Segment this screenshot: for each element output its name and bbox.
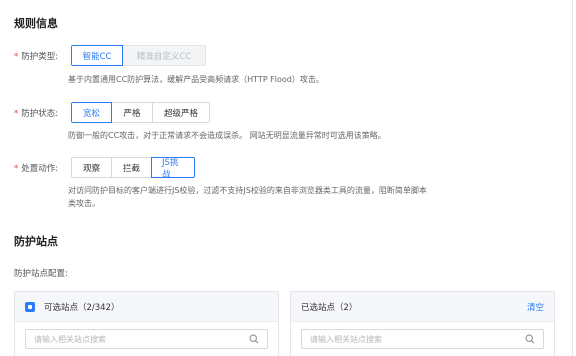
checkbox-indeterminate-icon[interactable] — [25, 301, 35, 312]
clear-button[interactable]: 清空 — [527, 301, 544, 313]
action-description-line1: 对访问防护目标的客户端进行JS校验，过滤不支持JS校验的来自非浏览器类工具的流量… — [68, 186, 427, 195]
protection-type-label-text: 防护类型: — [21, 52, 59, 62]
required-marker: * — [14, 164, 19, 174]
option-custom-cc[interactable]: 精准自定义CC — [122, 45, 206, 66]
available-sites-header: 可选站点（2/342） — [15, 292, 278, 322]
available-sites-search-input[interactable] — [34, 334, 249, 344]
available-sites-search — [25, 329, 268, 349]
protection-state-description: 防御一般的CC攻击，对于正常请求不会造成误杀。 网站无明显流量异常时可选用该策略… — [68, 131, 386, 140]
option-smart-cc[interactable]: 智能CC — [71, 45, 123, 66]
option-observe[interactable]: 观察 — [71, 157, 112, 178]
search-icon[interactable] — [249, 334, 259, 344]
action-label: * 处置动作: — [14, 162, 58, 174]
option-strict[interactable]: 严格 — [111, 102, 153, 123]
available-sites-panel: 可选站点（2/342） — [14, 291, 279, 356]
selected-sites-title: 已选站点（2） — [301, 302, 358, 313]
action-description-line2: 类攻击。 — [68, 199, 100, 208]
protection-state-selector: 宽松 严格 超级严格 — [71, 102, 210, 123]
protection-type-description: 基于内置通用CC防护算法，缓解产品受高频请求（HTTP Flood）攻击。 — [68, 75, 324, 84]
search-icon[interactable] — [525, 334, 535, 344]
protection-state-label-text: 防护状态: — [21, 109, 59, 119]
protected-sites-title: 防护站点 — [14, 235, 58, 248]
action-label-text: 处置动作: — [21, 164, 59, 174]
option-super-strict[interactable]: 超级严格 — [152, 102, 210, 123]
action-selector: 观察 拦截 JS挑战 — [71, 157, 195, 180]
rule-info-title: 规则信息 — [14, 17, 58, 30]
available-sites-title: 可选站点（2/342） — [44, 302, 120, 313]
required-marker: * — [14, 52, 19, 62]
action-description: 对访问防护目标的客户端进行JS校验，过滤不支持JS校验的来自非浏览器类工具的流量… — [68, 184, 498, 210]
protection-type-selector: 智能CC 精准自定义CC — [71, 45, 206, 66]
required-marker: * — [14, 109, 19, 119]
selected-sites-panel: 已选站点（2） 清空 — [290, 291, 555, 356]
protection-state-label: * 防护状态: — [14, 107, 58, 119]
option-js-challenge[interactable]: JS挑战 — [151, 157, 195, 180]
site-config-label: 防护站点配置: — [14, 269, 68, 279]
option-loose[interactable]: 宽松 — [71, 102, 112, 123]
selected-sites-search-input[interactable] — [310, 334, 525, 344]
selected-sites-search — [301, 329, 544, 349]
selected-sites-header: 已选站点（2） 清空 — [291, 292, 554, 322]
option-block[interactable]: 拦截 — [111, 157, 152, 178]
scrollbar-track[interactable] — [572, 0, 573, 356]
protection-type-label: * 防护类型: — [14, 50, 58, 62]
